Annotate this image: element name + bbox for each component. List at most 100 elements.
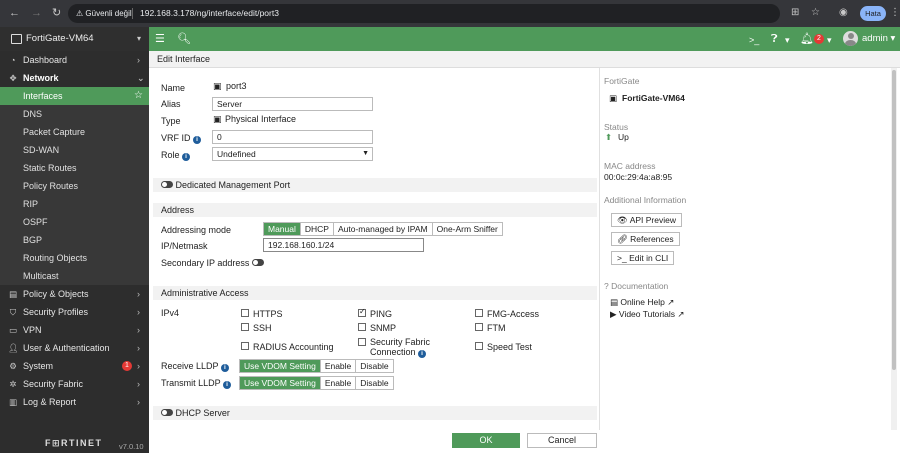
bookmark-star-icon[interactable]: ☆ — [811, 7, 820, 19]
sidebar-item-static-routes[interactable]: Static Routes — [0, 159, 149, 177]
sidebar-item-packet-capture[interactable]: Packet Capture — [0, 123, 149, 141]
chevron-down-icon: ▼ — [362, 150, 369, 157]
transmit-lldp-use-vdom[interactable]: Use VDOM Setting — [240, 377, 321, 389]
fmg-access-checkbox[interactable] — [475, 309, 483, 317]
help-icon[interactable]: ❓︎ — [771, 32, 778, 46]
ip-netmask-input[interactable]: 192.168.160.1/24 — [263, 238, 424, 252]
security-fabric-label: Security Fabric — [370, 337, 431, 347]
sidebar-item-security-profiles[interactable]: ⛉ Security Profiles › — [0, 303, 149, 321]
receive-lldp-use-vdom[interactable]: Use VDOM Setting — [240, 360, 321, 372]
vrf-label-text: VRF ID — [161, 133, 191, 143]
scrollbar-thumb[interactable] — [892, 70, 896, 370]
url-text[interactable]: 192.168.3.178/ng/interface/edit/port3 — [140, 7, 279, 20]
hamburger-menu-icon[interactable]: ☰ — [155, 32, 165, 46]
receive-lldp-enable[interactable]: Enable — [320, 360, 357, 372]
sidebar-item-network[interactable]: ✥ Network ⌄ — [0, 69, 149, 87]
sidebar-item-log-report[interactable]: ▥ Log & Report › — [0, 393, 149, 411]
menu-dots-icon[interactable]: ⋮ — [890, 7, 900, 19]
online-help-link[interactable]: ▤ Online Help ↗ — [610, 297, 674, 308]
video-icon: ▶ — [610, 309, 617, 319]
speed-test-checkbox[interactable] — [475, 342, 483, 350]
sidebar-item-bgp[interactable]: BGP — [0, 231, 149, 249]
ftm-checkbox[interactable] — [475, 323, 483, 331]
secondary-ip-toggle[interactable] — [251, 259, 264, 266]
info-icon[interactable]: i — [220, 364, 229, 372]
sidebar-item-user-authentication[interactable]: 👤︎ User & Authentication › — [0, 339, 149, 357]
sidebar-item-routing-objects[interactable]: Routing Objects — [0, 249, 149, 267]
mode-dhcp[interactable]: DHCP — [300, 223, 334, 235]
vpn-icon: ▭ — [8, 325, 18, 335]
admin-menu[interactable]: admin ▾ — [862, 33, 895, 45]
snmp-checkbox[interactable] — [358, 323, 366, 331]
security-warning[interactable]: ⚠ Güvenli değil — [76, 7, 132, 20]
transmit-lldp-label: Transmit LLDP i — [161, 377, 232, 389]
search-icon[interactable]: 🔍︎ — [177, 32, 191, 46]
sidebar-item-dns[interactable]: DNS — [0, 105, 149, 123]
avatar[interactable] — [843, 31, 858, 46]
ok-button[interactable]: OK — [452, 433, 520, 448]
sidebar-item-security-fabric[interactable]: ✲ Security Fabric › — [0, 375, 149, 393]
role-select[interactable]: Undefined ▼ — [212, 147, 373, 161]
sidebar-item-multicast[interactable]: Multicast — [0, 267, 149, 285]
sidebar-item-interfaces[interactable]: Interfaces ☆ — [0, 87, 149, 105]
security-fabric-checkbox[interactable] — [358, 338, 366, 346]
ssh-label: SSH — [253, 323, 272, 333]
ping-checkbox[interactable] — [358, 307, 366, 317]
account-icon[interactable]: ◉ — [839, 7, 848, 19]
type-label: Type — [161, 116, 181, 126]
transmit-lldp-disable[interactable]: Disable — [356, 377, 393, 389]
sidebar-item-policy-routes[interactable]: Policy Routes — [0, 177, 149, 195]
dhcp-server-label: DHCP Server — [175, 408, 230, 418]
notification-chevron-icon[interactable]: ▾ — [827, 33, 832, 47]
sidebar-item-policy-objects[interactable]: ▤ Policy & Objects › — [0, 285, 149, 303]
dedicated-mgmt-label: Dedicated Management Port — [175, 180, 291, 190]
reload-icon[interactable]: ↻ — [52, 6, 61, 20]
info-icon[interactable]: i — [418, 350, 427, 358]
alias-input[interactable]: Server — [212, 97, 373, 111]
device-selector[interactable]: FortiGate-VM64 ▾ — [0, 27, 149, 51]
chevron-right-icon: › — [137, 379, 140, 389]
vrf-input[interactable]: 0 — [212, 130, 373, 144]
sidebar-item-system[interactable]: ⚙ System 1 › — [0, 357, 149, 375]
api-preview-button[interactable]: 👁︎ API Preview — [611, 213, 682, 227]
cancel-button[interactable]: Cancel — [527, 433, 597, 448]
favorite-star-icon[interactable]: ☆ — [134, 87, 143, 105]
help-chevron-icon[interactable]: ▾ — [785, 33, 790, 47]
references-label: References — [630, 234, 674, 244]
back-icon[interactable]: ← — [9, 6, 20, 20]
address-bar[interactable]: ⚠ Güvenli değil 192.168.3.178/ng/interfa… — [68, 4, 780, 23]
https-checkbox[interactable] — [241, 309, 249, 317]
bell-icon[interactable]: 🔔︎ — [800, 32, 814, 46]
transmit-lldp-enable[interactable]: Enable — [320, 377, 357, 389]
sidebar-item-vpn[interactable]: ▭ VPN › — [0, 321, 149, 339]
dedicated-mgmt-toggle[interactable] — [161, 181, 173, 188]
ssh-checkbox[interactable] — [241, 323, 249, 331]
mode-manual[interactable]: Manual — [264, 223, 301, 235]
video-tutorials-link[interactable]: ▶ Video Tutorials ↗ — [610, 309, 685, 320]
cli-console-icon[interactable]: >_ — [749, 33, 759, 47]
mode-ipam[interactable]: Auto-managed by IPAM — [333, 223, 433, 235]
edit-in-cli-button[interactable]: >_ Edit in CLI — [611, 251, 675, 265]
secondary-ip-label: Secondary IP address — [161, 258, 250, 268]
addressing-mode-label: Addressing mode — [161, 225, 232, 235]
radius-accounting-checkbox[interactable] — [241, 342, 249, 350]
port-icon: ▣ — [213, 81, 222, 91]
mode-one-arm-sniffer[interactable]: One-Arm Sniffer — [432, 223, 502, 235]
dhcp-server-toggle[interactable] — [161, 409, 173, 416]
info-icon[interactable]: i — [193, 136, 202, 144]
forward-icon[interactable]: → — [31, 6, 42, 20]
info-icon[interactable]: i — [223, 381, 232, 389]
references-button[interactable]: 🔗︎ References — [611, 232, 680, 246]
sidebar-item-sd-wan[interactable]: SD-WAN — [0, 141, 149, 159]
transmit-lldp-text: Transmit LLDP — [161, 378, 221, 388]
receive-lldp-disable[interactable]: Disable — [356, 360, 393, 372]
info-icon[interactable]: i — [182, 153, 191, 161]
sidebar-item-dashboard[interactable]: ◔ Dashboard › — [0, 51, 149, 69]
sidebar-item-ospf[interactable]: OSPF — [0, 213, 149, 231]
sidebar-item-rip[interactable]: RIP — [0, 195, 149, 213]
device-value: FortiGate-VM64 — [622, 93, 685, 103]
translate-icon[interactable]: ⊞ — [791, 7, 799, 19]
address-section-header: Address — [153, 203, 597, 217]
form-footer — [149, 430, 900, 453]
profile-button[interactable]: Hata — [860, 6, 886, 21]
